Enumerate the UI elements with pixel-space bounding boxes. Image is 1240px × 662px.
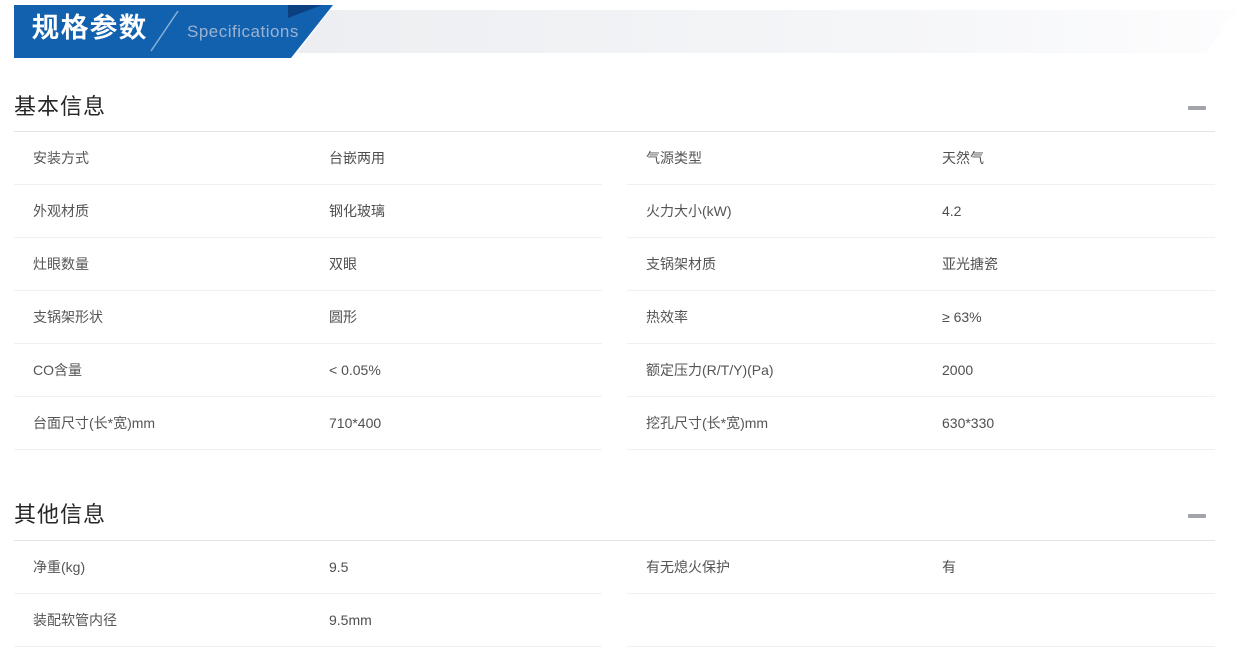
spec-value: 亚光搪瓷: [942, 256, 998, 272]
spec-value: 710*400: [329, 415, 382, 431]
spec-label: 挖孔尺寸(长*宽)mm: [646, 415, 769, 431]
spec-row: 支锅架材质 亚光搪瓷: [627, 238, 1215, 291]
banner-title: 规格参数: [32, 13, 148, 43]
spec-content: 基本信息 安装方式 台嵌两用 外观材质 钢化玻璃 灶眼数量 双眼 支锅架形状 圆…: [14, 62, 1215, 647]
spec-label: CO含量: [33, 362, 82, 378]
spec-row: 安装方式 台嵌两用: [14, 132, 602, 185]
section-title: 基本信息: [14, 94, 107, 119]
spec-value: ≥ 63%: [942, 309, 982, 325]
spec-row: CO含量 < 0.05%: [14, 344, 602, 397]
spec-label: 外观材质: [33, 203, 89, 219]
spec-label: 火力大小(kW): [646, 203, 732, 219]
spec-row: 支锅架形状 圆形: [14, 291, 602, 344]
spec-value: 台嵌两用: [329, 150, 385, 166]
spec-column-right: 有无熄火保护 有: [627, 541, 1215, 647]
spec-column-right: 气源类型 天然气 火力大小(kW) 4.2 支锅架材质 亚光搪瓷 热效率 ≥ 6…: [627, 132, 1215, 450]
spec-value: 天然气: [942, 150, 984, 166]
spec-row: 挖孔尺寸(长*宽)mm 630*330: [627, 397, 1215, 450]
spec-label: 热效率: [646, 309, 688, 325]
spec-value: 9.5: [329, 559, 349, 575]
spec-row: 装配软管内径 9.5mm: [14, 594, 602, 647]
spec-label: 台面尺寸(长*宽)mm: [33, 415, 156, 431]
spec-value: 2000: [942, 362, 974, 378]
banner-ribbon-graphic: [14, 5, 1237, 58]
spec-label: 气源类型: [646, 150, 702, 166]
spec-label: 灶眼数量: [33, 256, 89, 272]
spec-value: 圆形: [329, 309, 357, 325]
spec-column-left: 安装方式 台嵌两用 外观材质 钢化玻璃 灶眼数量 双眼 支锅架形状 圆形 CO含…: [14, 132, 602, 450]
spec-label: 额定压力(R/T/Y)(Pa): [646, 362, 774, 378]
section-basic-info: 基本信息 安装方式 台嵌两用 外观材质 钢化玻璃 灶眼数量 双眼 支锅架形状 圆…: [14, 62, 1215, 450]
spec-row: 热效率 ≥ 63%: [627, 291, 1215, 344]
spec-row: 有无熄火保护 有: [627, 541, 1215, 594]
section-title: 其他信息: [14, 502, 107, 527]
spec-row-empty: [627, 594, 1215, 647]
spec-value: 双眼: [329, 256, 357, 272]
banner-band: [297, 10, 1237, 53]
section-other-info: 其他信息 净重(kg) 9.5 装配软管内径 9.5mm 有无熄火保护 有: [14, 450, 1215, 647]
collapse-minus-icon[interactable]: [1188, 106, 1206, 110]
banner-subtitle: Specifications: [187, 22, 299, 41]
spec-column-left: 净重(kg) 9.5 装配软管内径 9.5mm: [14, 541, 602, 647]
spec-value: 4.2: [942, 203, 962, 219]
spec-row: 灶眼数量 双眼: [14, 238, 602, 291]
spec-row: 净重(kg) 9.5: [14, 541, 602, 594]
spec-label: 净重(kg): [33, 559, 86, 575]
spec-value: 630*330: [942, 415, 995, 431]
spec-row: 额定压力(R/T/Y)(Pa) 2000: [627, 344, 1215, 397]
spec-row: 台面尺寸(长*宽)mm 710*400: [14, 397, 602, 450]
spec-value: 有: [942, 559, 956, 575]
section-basic-header: 基本信息: [14, 62, 1215, 132]
spec-table-basic: 安装方式 台嵌两用 外观材质 钢化玻璃 灶眼数量 双眼 支锅架形状 圆形 CO含…: [14, 132, 1215, 450]
section-other-header: 其他信息: [14, 450, 1215, 541]
spec-label: 有无熄火保护: [646, 559, 730, 575]
spec-row: 外观材质 钢化玻璃: [14, 185, 602, 238]
spec-label: 支锅架形状: [33, 309, 103, 325]
spec-label: 支锅架材质: [646, 256, 716, 272]
spec-value: 9.5mm: [329, 612, 372, 628]
spec-label: 装配软管内径: [33, 612, 117, 628]
spec-row: 气源类型 天然气: [627, 132, 1215, 185]
specifications-banner: 规格参数 Specifications: [0, 0, 1240, 62]
collapse-minus-icon[interactable]: [1188, 514, 1206, 518]
spec-value: < 0.05%: [329, 362, 381, 378]
spec-table-other: 净重(kg) 9.5 装配软管内径 9.5mm 有无熄火保护 有: [14, 541, 1215, 647]
spec-value: 钢化玻璃: [329, 203, 385, 219]
spec-row: 火力大小(kW) 4.2: [627, 185, 1215, 238]
spec-label: 安装方式: [33, 150, 89, 166]
